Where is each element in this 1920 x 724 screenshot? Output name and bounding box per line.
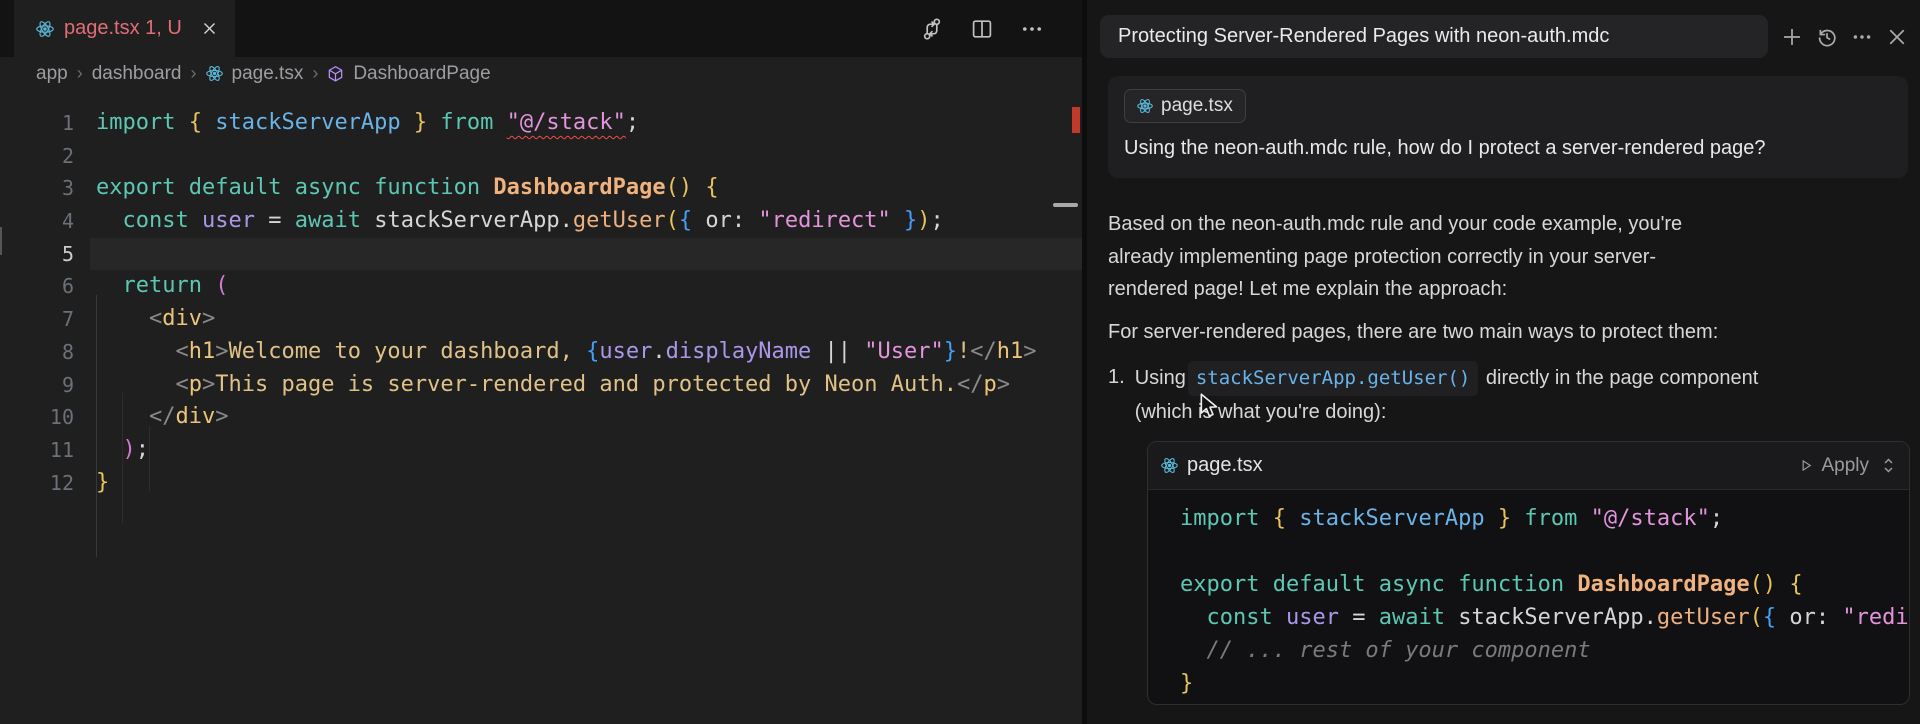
inline-code[interactable]: stackServerApp.getUser() [1188, 361, 1479, 396]
editor-tab-bar: page.tsx 1, U [0, 0, 1082, 57]
chevron-right-icon: › [312, 63, 318, 84]
code-block-body[interactable]: import { stackServerApp } from "@/stack"… [1148, 490, 1909, 704]
history-icon[interactable] [1816, 26, 1838, 48]
chat-code-block: page.tsx Apply import { stackSe [1147, 441, 1910, 705]
code-line[interactable]: const user = await stackServerApp.getUse… [1158, 601, 1909, 634]
indent-guide [149, 426, 150, 491]
code-line[interactable]: 5 [0, 238, 1082, 271]
new-chat-icon[interactable] [1781, 26, 1803, 48]
indent-guide [96, 295, 97, 557]
code-line[interactable]: 6 return ( [0, 270, 1082, 303]
line-number: 5 [0, 238, 74, 271]
line-number: 10 [0, 401, 74, 434]
assistant-paragraph: Based on the neon-auth.mdc rule and your… [1108, 208, 1904, 348]
assistant-list-item: 1. Using stackServerApp.getUser() direct… [1108, 361, 1904, 428]
code-line[interactable]: 1import { stackServerApp } from "@/stack… [0, 107, 1082, 140]
close-icon[interactable] [1886, 26, 1908, 48]
code-line[interactable]: 4 const user = await stackServerApp.getU… [0, 205, 1082, 238]
breadcrumb: app › dashboard › page.tsx › DashboardPa… [0, 57, 1082, 90]
breadcrumb-item-file[interactable]: page.tsx [232, 63, 304, 85]
overview-ruler-error-marker [1072, 107, 1080, 133]
play-icon [1799, 458, 1814, 473]
code-line[interactable]: export default async function DashboardP… [1158, 568, 1909, 601]
app-window: page.tsx 1, U [0, 0, 1920, 724]
line-number: 2 [0, 140, 74, 173]
react-icon [206, 65, 223, 82]
breadcrumb-item-symbol[interactable]: DashboardPage [353, 63, 490, 85]
tab-page-tsx[interactable]: page.tsx 1, U [14, 0, 235, 57]
list-marker: 1. [1108, 361, 1125, 428]
chevron-right-icon: › [191, 63, 197, 84]
assistant-paragraph: For server-rendered pages, there are two… [1108, 316, 1904, 349]
code-line[interactable]: 8 <h1>Welcome to your dashboard, {user.d… [0, 336, 1082, 369]
breadcrumb-item-dashboard[interactable]: dashboard [92, 63, 182, 85]
chat-header: Protecting Server-Rendered Pages with ne… [1100, 15, 1908, 58]
cube-symbol-icon [327, 65, 344, 82]
chat-panel: Protecting Server-Rendered Pages with ne… [1087, 0, 1920, 724]
line-number: 12 [0, 467, 74, 500]
code-line[interactable]: 12} [0, 467, 1082, 500]
code-editor[interactable]: 1import { stackServerApp } from "@/stack… [0, 90, 1082, 724]
code-line[interactable]: } [1158, 667, 1909, 700]
line-number: 1 [0, 107, 74, 140]
more-icon[interactable] [1851, 26, 1873, 48]
context-chip-label: page.tsx [1161, 95, 1233, 117]
line-number: 6 [0, 270, 74, 303]
compare-changes-icon[interactable] [920, 17, 944, 41]
tab-label: page.tsx 1, U [64, 17, 182, 40]
code-line[interactable]: // ... rest of your component [1158, 634, 1909, 667]
code-line[interactable]: 3export default async function Dashboard… [0, 172, 1082, 205]
code-line[interactable]: 9 <p>This page is server-rendered and pr… [0, 369, 1082, 402]
code-block-header: page.tsx Apply [1148, 442, 1909, 490]
line-number: 3 [0, 172, 74, 205]
overview-ruler-cursor-marker [1053, 203, 1078, 207]
code-line[interactable]: 10 </div> [0, 401, 1082, 434]
left-edge-marker [0, 227, 2, 255]
more-actions-icon[interactable] [1020, 17, 1044, 41]
indent-guide [122, 393, 123, 524]
user-message-text: Using the neon-auth.mdc rule, how do I p… [1124, 137, 1892, 160]
code-line[interactable]: 11 ); [0, 434, 1082, 467]
mouse-cursor [1199, 393, 1221, 419]
code-line[interactable] [1158, 535, 1909, 568]
user-message-card: page.tsx Using the neon-auth.mdc rule, h… [1108, 76, 1908, 178]
code-line[interactable]: import { stackServerApp } from "@/stack"… [1158, 502, 1909, 535]
line-number: 11 [0, 434, 74, 467]
chevron-right-icon: › [77, 63, 83, 84]
code-line[interactable]: 7 <div> [0, 303, 1082, 336]
line-number: 4 [0, 205, 74, 238]
breadcrumb-item-app[interactable]: app [36, 63, 68, 85]
code-line[interactable]: 2 [0, 140, 1082, 173]
react-icon [1137, 98, 1153, 114]
react-icon [36, 20, 54, 38]
react-icon [1161, 457, 1178, 474]
editor-toolbar [920, 0, 1044, 57]
code-block-filename: page.tsx [1187, 454, 1263, 477]
context-chip[interactable]: page.tsx [1124, 89, 1246, 123]
line-number: 7 [0, 303, 74, 336]
close-icon[interactable] [202, 21, 217, 36]
expand-collapse-icon[interactable] [1881, 456, 1896, 475]
line-number: 8 [0, 336, 74, 369]
split-editor-icon[interactable] [970, 17, 994, 41]
chat-title[interactable]: Protecting Server-Rendered Pages with ne… [1100, 15, 1768, 58]
apply-button[interactable]: Apply [1799, 455, 1869, 477]
editor-pane: page.tsx 1, U [0, 0, 1082, 724]
line-number: 9 [0, 369, 74, 402]
